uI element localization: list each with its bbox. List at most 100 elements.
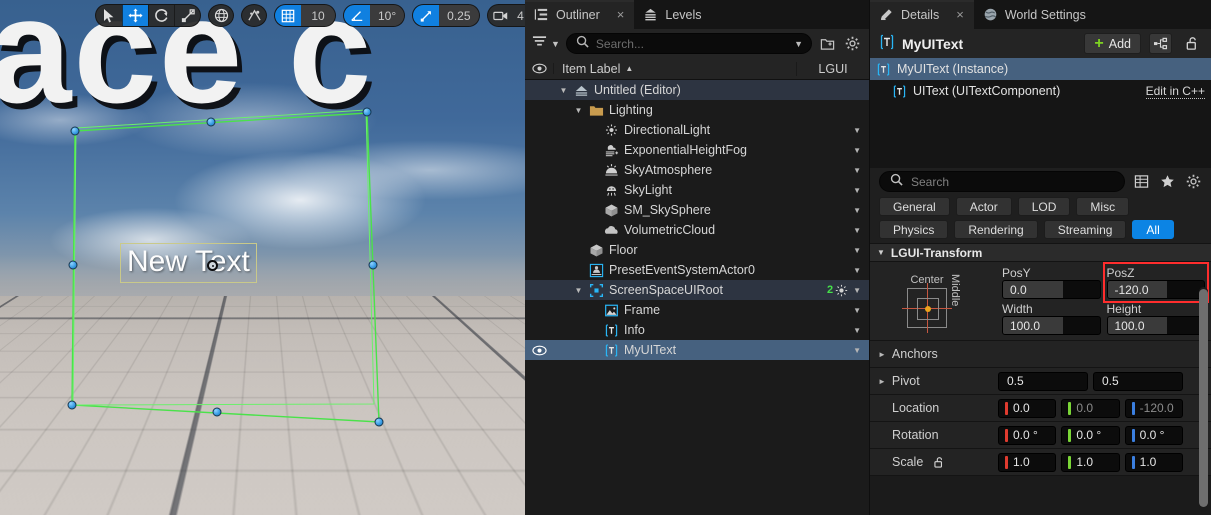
resize-handle-ml[interactable] <box>68 260 78 270</box>
unlock-icon[interactable] <box>933 456 945 469</box>
anchor-graph[interactable] <box>902 283 952 333</box>
resize-handle-mr[interactable] <box>368 260 378 270</box>
category-button-general[interactable]: General <box>879 197 950 216</box>
details-scrollbar[interactable] <box>1199 287 1208 512</box>
rotate-gizmo-icon[interactable] <box>148 5 174 26</box>
outliner-row-frame[interactable]: ▼Frame ▼ <box>525 300 869 320</box>
filter-button[interactable]: ▼ <box>532 34 560 53</box>
details-search-input[interactable] <box>911 174 1114 189</box>
surface-snap-glyph[interactable] <box>242 5 266 26</box>
transform-field-input[interactable]: 100.0 <box>1002 316 1101 335</box>
viewport-ui-text-element[interactable]: New Text <box>120 243 257 283</box>
outliner-row-myuitext[interactable]: ▼MyUIText ▼ <box>525 340 869 360</box>
pivot-handle[interactable] <box>207 260 218 271</box>
property-value-input[interactable]: 0.0 <box>1061 398 1120 418</box>
category-button-misc[interactable]: Misc <box>1076 197 1130 216</box>
angle-snap-icon[interactable] <box>344 5 370 26</box>
add-component-button[interactable]: + Add <box>1084 33 1141 54</box>
chevron-right-icon[interactable]: ► <box>878 377 886 386</box>
close-icon[interactable]: × <box>617 8 625 21</box>
grid-snap-icon[interactable] <box>275 5 301 26</box>
gear-icon[interactable] <box>843 34 862 53</box>
category-button-rendering[interactable]: Rendering <box>954 220 1038 239</box>
lgui-column-header[interactable]: LGUI <box>796 61 869 76</box>
category-row-1[interactable]: General Actor LOD Misc <box>870 195 1211 218</box>
resize-handle-bl[interactable] <box>67 400 77 410</box>
outliner-row-skylight[interactable]: ▼SkyLight ▼ <box>525 180 869 200</box>
section-header-lgui-transform[interactable]: ▼ LGUI-Transform <box>870 243 1211 262</box>
grid-snap-group[interactable]: 10 <box>274 4 336 27</box>
visibility-toggle[interactable] <box>525 345 554 356</box>
item-label-column-header[interactable]: Item Label ▲ <box>554 62 796 76</box>
lgui-sun-icon[interactable] <box>835 284 848 297</box>
row-dropdown-icon[interactable]: ▼ <box>853 206 861 215</box>
category-button-all[interactable]: All <box>1132 220 1174 239</box>
row-dropdown-icon[interactable]: ▼ <box>853 266 861 275</box>
close-icon[interactable]: × <box>956 8 964 21</box>
scale-gizmo-icon[interactable] <box>174 5 200 26</box>
tab-levels[interactable]: Levels <box>634 0 711 29</box>
outliner-row-info[interactable]: ▼Info ▼ <box>525 320 869 340</box>
camera-speed-value[interactable]: 4 <box>514 5 525 26</box>
move-gizmo-icon[interactable] <box>122 5 148 26</box>
outliner-row-lighting[interactable]: ▼ Lighting <box>525 100 869 120</box>
property-value-input[interactable]: -120.0 <box>1124 398 1183 418</box>
level-viewport[interactable]: ace c New Text 10 10° 0.25 4 <box>0 0 525 515</box>
property-value-input[interactable]: 0.5 <box>1093 371 1183 391</box>
search-input[interactable] <box>595 36 788 51</box>
row-dropdown-icon[interactable]: ▼ <box>853 166 861 175</box>
resize-handle-br[interactable] <box>374 417 384 427</box>
outliner-row-preseteventsystemactor0[interactable]: ▼PresetEventSystemActor0 ▼ <box>525 260 869 280</box>
star-icon[interactable] <box>1158 172 1177 191</box>
camera-speed-group[interactable]: 4 <box>486 4 525 27</box>
chevron-down-icon[interactable]: ▼ <box>558 86 569 95</box>
surface-snap-icon[interactable] <box>241 4 267 27</box>
outliner-row-untitled-editor[interactable]: ▼ Untitled (Editor) <box>525 80 869 100</box>
tab-details[interactable]: Details × <box>870 0 974 29</box>
property-value-input[interactable]: 0.0 ° <box>1124 425 1183 445</box>
outliner-row-sm-skysphere[interactable]: ▼SM_SkySphere ▼ <box>525 200 869 220</box>
row-dropdown-icon[interactable]: ▼ <box>853 286 861 295</box>
blueprint-graph-icon[interactable] <box>1149 33 1172 54</box>
property-value-input[interactable]: 0.5 <box>998 371 1088 391</box>
angle-snap-group[interactable]: 10° <box>343 4 406 27</box>
row-dropdown-icon[interactable]: ▼ <box>853 126 861 135</box>
resize-handle-tr[interactable] <box>362 107 372 117</box>
globe-world-space-icon[interactable] <box>208 4 234 27</box>
component-row-0[interactable]: MyUIText (Instance) <box>870 58 1211 80</box>
row-dropdown-icon[interactable]: ▼ <box>853 226 861 235</box>
scale-snap-icon[interactable] <box>413 5 440 26</box>
unlock-icon[interactable] <box>1180 33 1203 54</box>
cursor-arrow-icon[interactable] <box>96 5 122 26</box>
camera-icon[interactable] <box>488 5 514 26</box>
property-value-input[interactable]: 0.0 ° <box>998 425 1057 445</box>
chevron-down-icon[interactable]: ▼ <box>794 39 803 49</box>
transform-field-input[interactable]: 0.0 <box>1002 280 1101 299</box>
outliner-search-box[interactable]: ▼ <box>565 33 812 54</box>
category-button-streaming[interactable]: Streaming <box>1043 220 1127 239</box>
transform-field-input[interactable]: -120.0 <box>1106 280 1205 299</box>
outliner-tree[interactable]: ▼Untitled (Editor)▼Lighting▼DirectionalL… <box>525 80 869 360</box>
grid-snap-value[interactable]: 10 <box>301 5 335 26</box>
row-dropdown-icon[interactable]: ▼ <box>853 186 861 195</box>
row-dropdown-icon[interactable]: ▼ <box>853 246 861 255</box>
chevron-down-icon[interactable]: ▼ <box>573 106 584 115</box>
outliner-row-exponentialheightfog[interactable]: ▼ExponentialHeightFog ▼ <box>525 140 869 160</box>
columns-icon[interactable] <box>1132 172 1151 191</box>
row-dropdown-icon[interactable]: ▼ <box>853 346 861 355</box>
property-value-input[interactable]: 0.0 <box>998 398 1057 418</box>
property-value-input[interactable]: 1.0 <box>1124 452 1183 472</box>
add-folder-icon[interactable] <box>818 34 837 53</box>
details-search-box[interactable] <box>879 171 1125 192</box>
outliner-row-volumetriccloud[interactable]: ▼VolumetricCloud ▼ <box>525 220 869 240</box>
category-button-lod[interactable]: LOD <box>1017 197 1071 216</box>
row-dropdown-icon[interactable]: ▼ <box>853 146 861 155</box>
gear-icon[interactable] <box>1184 172 1203 191</box>
tab-world-settings[interactable]: World Settings <box>974 0 1096 29</box>
chevron-right-icon[interactable]: ► <box>878 350 886 359</box>
details-scrollbar-thumb[interactable] <box>1199 289 1208 507</box>
tab-outliner[interactable]: Outliner × <box>525 0 635 29</box>
resize-handle-tc[interactable] <box>206 117 216 127</box>
outliner-row-screenspaceuiroot[interactable]: ▼ ScreenSpaceUIRoot 2 ▼ <box>525 280 869 300</box>
visibility-column-header[interactable] <box>525 63 554 74</box>
